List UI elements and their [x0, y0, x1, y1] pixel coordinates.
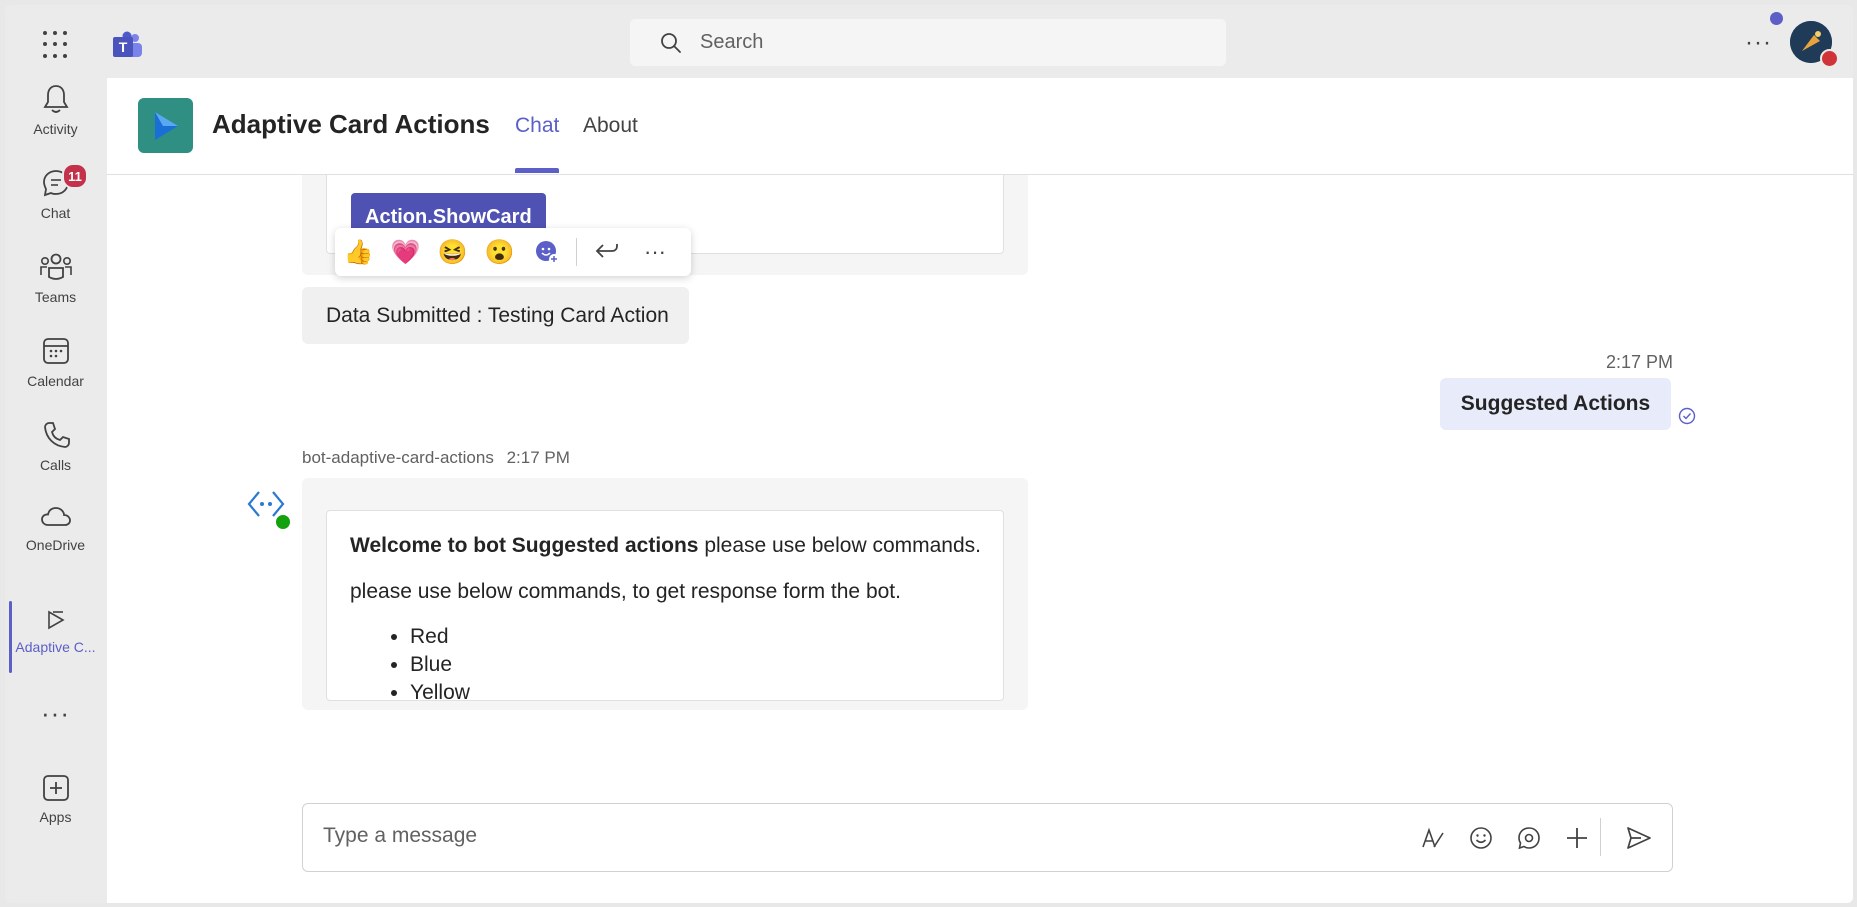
format-icon[interactable] — [1419, 824, 1447, 852]
rail-item-teams[interactable]: Teams — [5, 251, 106, 323]
rail-item-apps[interactable]: Apps — [5, 773, 106, 845]
reply-icon[interactable] — [583, 228, 631, 276]
send-icon[interactable] — [1625, 824, 1653, 852]
compose-box[interactable]: Type a message — [302, 803, 1673, 872]
bot-message-header: bot-adaptive-card-actions 2:17 PM — [302, 448, 570, 468]
list-item: Blue — [410, 651, 470, 679]
command-list: Red Blue Yellow — [350, 623, 470, 707]
svg-text:T: T — [119, 39, 128, 55]
cloud-icon — [40, 507, 71, 526]
phone-icon — [43, 422, 70, 448]
rail-more-apps[interactable]: ··· — [5, 698, 106, 728]
bell-icon — [42, 85, 69, 113]
app-launcher-icon[interactable] — [43, 31, 71, 59]
submitted-message: Data Submitted : Testing Card Action — [302, 287, 689, 344]
unread-badge: 11 — [62, 163, 88, 189]
app-header: Adaptive Card Actions Chat About — [107, 78, 1853, 175]
rail-item-adaptive-card[interactable]: Adaptive C... — [5, 603, 106, 675]
teams-icon — [39, 253, 72, 280]
presence-available-icon — [274, 513, 292, 531]
surprised-reaction-icon[interactable]: 😮 — [476, 228, 523, 276]
tab-chat[interactable]: Chat — [515, 114, 559, 138]
main-pane: Adaptive Card Actions Chat About Action.… — [107, 78, 1853, 903]
more-options-icon[interactable]: ··· — [1745, 29, 1772, 57]
more-apps-icon: ··· — [41, 698, 70, 728]
teams-logo-icon: T — [113, 31, 142, 57]
message-timestamp: 2:17 PM — [506, 448, 570, 467]
list-item: Red — [410, 623, 470, 651]
instructions-text: please use below commands, to get respon… — [350, 580, 901, 603]
teams-window: T Search ··· Activity 11 Chat Teams Cale… — [5, 5, 1853, 903]
notification-dot — [1770, 12, 1783, 25]
laugh-reaction-icon[interactable]: 😆 — [429, 228, 476, 276]
message-timestamp: 2:17 PM — [1606, 352, 1674, 372]
active-tab-indicator — [515, 168, 559, 173]
sender-name: bot-adaptive-card-actions — [302, 448, 494, 467]
compose-divider — [1600, 818, 1601, 856]
chat-thread: Action.ShowCard Data Submitted : Testing… — [107, 175, 1853, 903]
calendar-icon — [42, 338, 69, 364]
list-item: Yellow — [410, 679, 470, 707]
presence-busy-icon — [1820, 49, 1839, 68]
add-attachment-icon[interactable] — [1563, 824, 1591, 852]
emoji-icon[interactable] — [1467, 824, 1495, 852]
welcome-text: Welcome to bot Suggested actions please … — [350, 534, 981, 558]
rail-label: Calendar — [27, 373, 84, 389]
sent-message[interactable]: Suggested Actions — [1440, 378, 1671, 430]
rail-label: Chat — [40, 205, 71, 221]
message-input[interactable]: Type a message — [323, 824, 477, 848]
reaction-divider — [576, 238, 577, 266]
search-input[interactable]: Search — [700, 31, 763, 54]
read-receipt-icon — [1678, 407, 1696, 425]
add-apps-icon — [42, 775, 69, 801]
welcome-bold: Welcome to bot Suggested actions — [350, 534, 699, 557]
rail-item-onedrive[interactable]: OneDrive — [5, 503, 106, 575]
page-title: Adaptive Card Actions — [212, 109, 490, 139]
rail-item-chat[interactable]: 11 Chat — [5, 163, 106, 239]
app-logo-icon — [138, 98, 193, 153]
loop-icon[interactable] — [1515, 824, 1543, 852]
app-rail: Activity 11 Chat Teams Calendar Calls On… — [5, 78, 106, 903]
rail-item-calls[interactable]: Calls — [5, 419, 106, 491]
reaction-bar: 👍 💗 😆 😮 ··· — [335, 228, 691, 276]
add-reaction-icon[interactable] — [523, 228, 570, 276]
tab-about[interactable]: About — [583, 114, 638, 138]
rail-item-activity[interactable]: Activity — [5, 83, 106, 155]
welcome-rest: please use below commands. — [698, 534, 981, 557]
rail-label: Apps — [39, 809, 72, 825]
rail-item-calendar[interactable]: Calendar — [5, 335, 106, 407]
submitted-text: Data Submitted : Testing Card Action — [326, 303, 669, 327]
rail-label: Adaptive C... — [15, 639, 96, 655]
rail-label: Calls — [39, 457, 72, 473]
rail-label: Activity — [33, 121, 78, 137]
message-more-icon[interactable]: ··· — [631, 228, 679, 276]
search-icon — [661, 32, 681, 53]
like-reaction-icon[interactable]: 👍 — [335, 228, 382, 276]
rail-label: OneDrive — [25, 537, 86, 553]
adaptive-card-icon — [47, 610, 65, 630]
top-bar: T Search ··· — [5, 5, 1853, 78]
heart-reaction-icon[interactable]: 💗 — [382, 228, 429, 276]
rail-label: Teams — [34, 289, 77, 305]
search-bar[interactable]: Search — [630, 19, 1226, 66]
